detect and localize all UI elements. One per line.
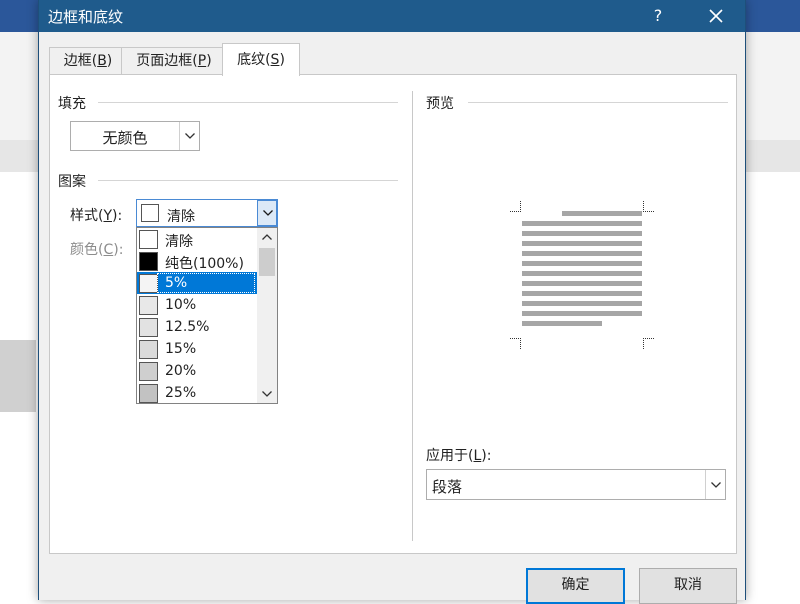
apply-dropdown-arrow[interactable] xyxy=(705,470,725,499)
preview-text-line xyxy=(522,301,642,306)
pattern-swatch xyxy=(139,318,158,337)
fill-section-rule xyxy=(98,102,398,103)
pattern-option[interactable]: 纯色(100%) xyxy=(137,250,257,272)
focus-rectangle xyxy=(157,273,255,293)
pattern-swatch xyxy=(139,274,158,293)
preview-text-line xyxy=(562,211,642,216)
chevron-down-icon xyxy=(263,210,273,216)
scroll-down-button[interactable] xyxy=(257,385,277,403)
preview-text-line xyxy=(522,251,642,256)
chevron-up-icon xyxy=(262,234,272,240)
preview-text-line xyxy=(522,291,642,296)
pattern-style-dropdown[interactable]: 清除 xyxy=(136,199,278,227)
preview-corner-mark xyxy=(510,338,521,349)
chevron-down-icon xyxy=(262,391,272,397)
preview-corner-mark xyxy=(510,201,521,212)
panel-divider xyxy=(412,91,413,541)
pattern-option[interactable]: 5% xyxy=(137,272,257,294)
preview-text-line xyxy=(522,231,642,236)
pattern-swatch xyxy=(139,362,158,381)
pattern-option-label: 12.5% xyxy=(165,319,210,335)
pattern-swatch xyxy=(139,252,158,271)
pattern-option-label: 20% xyxy=(165,363,197,379)
color-label: 颜色(C): xyxy=(70,242,124,258)
cancel-button[interactable]: 取消 xyxy=(639,568,737,604)
pattern-option-label: 15% xyxy=(165,341,197,357)
pattern-section-label: 图案 xyxy=(58,174,86,190)
preview-text-line xyxy=(522,321,602,326)
apply-to-value: 段落 xyxy=(432,478,463,496)
fill-color-value: 无颜色 xyxy=(102,129,148,147)
preview-text-line xyxy=(522,281,642,286)
style-value: 清除 xyxy=(167,209,195,225)
pattern-option[interactable]: 清除 xyxy=(137,228,257,250)
pattern-option-label: 清除 xyxy=(165,234,193,250)
preview-area xyxy=(510,201,654,349)
pattern-option-label: 纯色(100%) xyxy=(165,256,244,272)
pattern-option[interactable]: 20% xyxy=(137,360,257,382)
preview-corner-mark xyxy=(643,338,654,349)
pattern-option[interactable]: 15% xyxy=(137,338,257,360)
style-dropdown-arrow[interactable] xyxy=(257,200,277,226)
pattern-swatch xyxy=(139,230,158,249)
pattern-option-label: 10% xyxy=(165,297,197,313)
fill-section-label: 填充 xyxy=(58,96,86,112)
pattern-swatch xyxy=(139,384,158,403)
pattern-section-rule xyxy=(98,180,398,181)
pattern-option-label: 25% xyxy=(165,385,197,401)
apply-to-dropdown[interactable]: 段落 xyxy=(426,469,726,500)
preview-text-line xyxy=(522,221,642,226)
help-button[interactable]: ? xyxy=(645,4,671,28)
scroll-up-button[interactable] xyxy=(257,228,277,246)
pattern-option[interactable]: 12.5% xyxy=(137,316,257,338)
list-scrollbar[interactable] xyxy=(257,228,277,403)
document-highlight-block xyxy=(0,340,36,412)
chevron-down-icon xyxy=(711,481,721,488)
close-icon xyxy=(709,9,723,23)
tab-page-border[interactable]: 页面边框(P) xyxy=(121,47,227,75)
fill-dropdown-arrow[interactable] xyxy=(179,122,199,150)
fill-color-dropdown[interactable]: 无颜色 xyxy=(70,121,200,151)
pattern-option[interactable]: 10% xyxy=(137,294,257,316)
chevron-down-icon xyxy=(185,133,195,139)
borders-and-shading-dialog: 边框和底纹 ? 边框(B) 页面边框(P) 底纹(S) 填充 无颜色 图案 样式… xyxy=(38,0,746,604)
preview-text-line xyxy=(522,271,642,276)
preview-text-line xyxy=(522,311,642,316)
style-swatch xyxy=(141,204,159,222)
scroll-thumb[interactable] xyxy=(259,248,275,276)
preview-section-rule xyxy=(468,102,728,103)
preview-section-label: 预览 xyxy=(426,96,454,112)
preview-text-line xyxy=(522,261,642,266)
preview-text-line xyxy=(522,241,642,246)
preview-corner-mark xyxy=(643,201,654,212)
pattern-style-list[interactable]: 25% 20% 15% 12.5% 10% 5% 纯色(100%) 清除 xyxy=(136,227,278,404)
apply-to-label: 应用于(L): xyxy=(426,448,492,464)
pattern-option[interactable]: 25% xyxy=(137,382,257,403)
dialog-titlebar: 边框和底纹 ? xyxy=(39,0,745,32)
pattern-swatch xyxy=(139,296,158,315)
tab-shading[interactable]: 底纹(S) xyxy=(222,43,300,76)
tab-borders[interactable]: 边框(B) xyxy=(49,47,127,75)
ok-button[interactable]: 确定 xyxy=(526,568,625,604)
close-button[interactable] xyxy=(699,2,733,30)
style-label: 样式(Y): xyxy=(70,208,123,224)
dialog-title: 边框和底纹 xyxy=(48,8,124,26)
pattern-swatch xyxy=(139,340,158,359)
shading-panel: 填充 无颜色 图案 样式(Y): 颜色(C): 清除 25% 20% 15% 12.5… xyxy=(49,74,737,554)
